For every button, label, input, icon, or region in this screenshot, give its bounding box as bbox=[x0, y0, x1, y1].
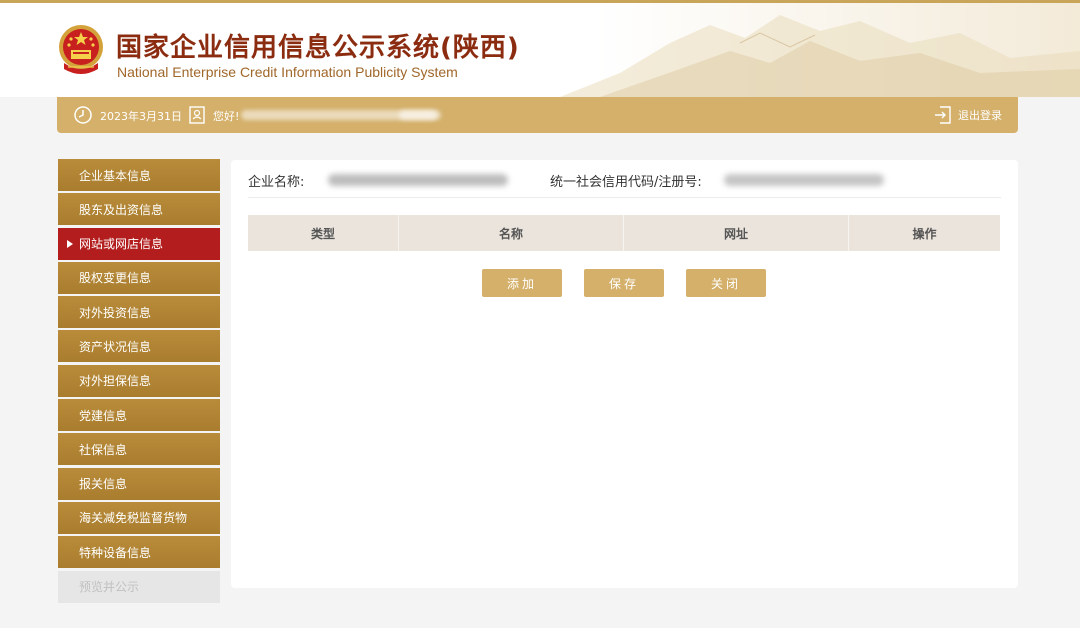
sidebar-item-label: 网站或网店信息 bbox=[79, 237, 164, 252]
company-name-label: 企业名称: bbox=[248, 175, 305, 190]
site-title-text: 国家企业信用信息公示系统 bbox=[116, 33, 441, 63]
redacted-credit-code bbox=[724, 174, 884, 186]
sidebar-item-party[interactable]: 党建信息 bbox=[58, 399, 220, 432]
column-header-url: 网址 bbox=[624, 215, 849, 251]
sidebar-item-customs[interactable]: 报关信息 bbox=[58, 467, 220, 500]
redacted-username-extra bbox=[399, 110, 437, 120]
clock-icon bbox=[74, 106, 92, 124]
sidebar-item-label: 资产状况信息 bbox=[79, 339, 152, 354]
site-title-region: (陕西) bbox=[440, 33, 520, 63]
info-bar: 2023年3月31日 您好! 退出登录 bbox=[57, 97, 1018, 133]
logout-icon bbox=[935, 106, 951, 124]
sidebar-item-investment[interactable]: 对外投资信息 bbox=[58, 296, 220, 329]
user-greeting: 您好! bbox=[213, 110, 240, 123]
website-table-header: 类型 名称 网址 操作 bbox=[248, 215, 1000, 251]
main-panel: 企业名称: 统一社会信用代码/注册号: 类型 名称 网址 操作 添加 保存 关闭 bbox=[231, 160, 1018, 588]
sidebar-item-assets[interactable]: 资产状况信息 bbox=[58, 330, 220, 363]
add-button[interactable]: 添加 bbox=[482, 269, 562, 297]
sidebar-item-guarantee[interactable]: 对外担保信息 bbox=[58, 364, 220, 397]
save-button[interactable]: 保存 bbox=[584, 269, 664, 297]
user-card-icon bbox=[189, 106, 205, 124]
sidebar-item-label: 企业基本信息 bbox=[79, 168, 152, 183]
sidebar-item-label: 股东及出资信息 bbox=[79, 202, 164, 217]
sidebar-item-label: 对外担保信息 bbox=[79, 374, 152, 389]
sidebar-item-label: 党建信息 bbox=[79, 408, 128, 423]
credit-code-label: 统一社会信用代码/注册号: bbox=[550, 175, 702, 190]
sidebar-item-label: 海关减免税监督货物 bbox=[79, 511, 188, 526]
sidebar-item-label: 股权变更信息 bbox=[79, 271, 152, 286]
sidebar-item-label: 预览并公示 bbox=[79, 580, 140, 595]
column-header-operation: 操作 bbox=[912, 226, 937, 241]
column-header-type: 类型 bbox=[248, 215, 399, 251]
site-header: 国家企业信用信息公示系统(陕西) National Enterprise Cre… bbox=[0, 3, 1080, 97]
sidebar-item-equity-change[interactable]: 股权变更信息 bbox=[58, 261, 220, 294]
sidebar-item-website-info[interactable]: 网站或网店信息 bbox=[58, 227, 220, 260]
site-subtitle: National Enterprise Credit Information P… bbox=[117, 64, 458, 80]
logout-label: 退出登录 bbox=[958, 109, 1002, 122]
national-emblem-icon bbox=[59, 25, 103, 74]
current-date: 2023年3月31日 bbox=[100, 110, 182, 123]
sidebar-item-shareholders[interactable]: 股东及出资信息 bbox=[58, 193, 220, 226]
close-button[interactable]: 关闭 bbox=[686, 269, 766, 297]
sidebar-item-label: 对外投资信息 bbox=[79, 305, 152, 320]
company-info-row: 企业名称: 统一社会信用代码/注册号: bbox=[248, 171, 1001, 198]
sidebar-item-social-security[interactable]: 社保信息 bbox=[58, 433, 220, 466]
mountain-decoration bbox=[560, 15, 1080, 97]
logout-button[interactable]: 退出登录 bbox=[934, 105, 1002, 125]
sidebar-item-basic-info[interactable]: 企业基本信息 bbox=[58, 159, 220, 191]
sidebar-item-special-equipment[interactable]: 特种设备信息 bbox=[58, 536, 220, 569]
redacted-company-name bbox=[328, 174, 508, 186]
column-header-name: 名称 bbox=[399, 215, 624, 251]
sidebar-item-preview-publish: 预览并公示 bbox=[58, 570, 220, 603]
sidebar-item-customs-goods[interactable]: 海关减免税监督货物 bbox=[58, 501, 220, 534]
sidebar-menu: 企业基本信息 股东及出资信息 网站或网店信息 股权变更信息 对外投资信息 资产状… bbox=[58, 159, 220, 605]
sidebar-item-label: 社保信息 bbox=[79, 442, 128, 457]
sidebar-item-label: 报关信息 bbox=[79, 477, 128, 492]
site-title: 国家企业信用信息公示系统(陕西) bbox=[116, 27, 520, 64]
sidebar-item-label: 特种设备信息 bbox=[79, 545, 152, 560]
